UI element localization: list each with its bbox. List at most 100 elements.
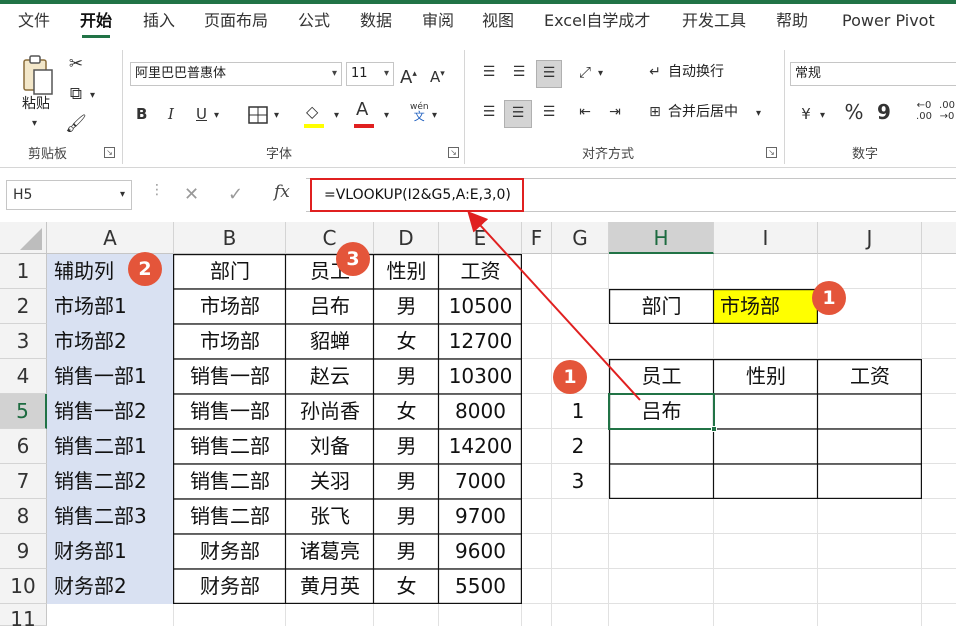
cell-e2[interactable]: 10500: [439, 289, 522, 324]
cell-d2[interactable]: 男: [374, 289, 439, 324]
number-format-combo[interactable]: 常规: [790, 62, 956, 86]
cell-b10[interactable]: 财务部: [174, 569, 286, 604]
cell-d5[interactable]: 女: [374, 394, 439, 429]
cell-c3[interactable]: 貂蝉: [286, 324, 374, 359]
cell-h2[interactable]: 部门: [609, 289, 714, 324]
cell-d6[interactable]: 男: [374, 429, 439, 464]
cell-b6[interactable]: 销售二部: [174, 429, 286, 464]
row-header-11[interactable]: 11: [0, 604, 47, 631]
cell-b8[interactable]: 销售二部: [174, 499, 286, 534]
row-header-1[interactable]: 1: [0, 254, 47, 289]
column-header-h[interactable]: H: [609, 222, 714, 254]
grow-font-icon[interactable]: A▴: [400, 62, 417, 90]
cell-b2[interactable]: 市场部: [174, 289, 286, 324]
cell-e4[interactable]: 10300: [439, 359, 522, 394]
fill-chevron-icon[interactable]: ▾: [334, 104, 339, 128]
cell-e6[interactable]: 14200: [439, 429, 522, 464]
fill-color-icon[interactable]: ◇: [306, 100, 318, 124]
merge-center-button[interactable]: 合并后居中: [668, 100, 738, 124]
cell-d9[interactable]: 男: [374, 534, 439, 569]
name-box[interactable]: H5 ▾: [6, 180, 132, 210]
column-header-i[interactable]: I: [714, 222, 818, 254]
row-header-9[interactable]: 9: [0, 534, 47, 569]
cell-c9[interactable]: 诸葛亮: [286, 534, 374, 569]
percent-button[interactable]: %: [842, 100, 866, 124]
font-color-icon[interactable]: A: [356, 98, 368, 122]
cell-b9[interactable]: 财务部: [174, 534, 286, 569]
cell-a1[interactable]: 辅助列: [54, 254, 114, 289]
cell-a4[interactable]: 销售一部1: [54, 359, 147, 394]
tab-page-layout[interactable]: 页面布局: [204, 6, 268, 36]
cell-c6[interactable]: 刘备: [286, 429, 374, 464]
font-size-combo[interactable]: 11 ▾: [346, 62, 394, 86]
tab-review[interactable]: 审阅: [422, 6, 454, 36]
font-color-chevron-icon[interactable]: ▾: [384, 104, 389, 128]
cell-a2[interactable]: 市场部1: [54, 289, 127, 324]
currency-icon[interactable]: ¥: [794, 102, 818, 126]
cell-i2[interactable]: 市场部: [720, 289, 780, 324]
fill-handle[interactable]: [711, 426, 717, 432]
enter-icon[interactable]: ✓: [228, 184, 243, 205]
tab-excel-self-study[interactable]: Excel自学成才: [544, 6, 650, 36]
column-header-e[interactable]: E: [439, 222, 522, 254]
font-name-combo[interactable]: 阿里巴巴普惠体 ▾: [130, 62, 342, 86]
cell-d3[interactable]: 女: [374, 324, 439, 359]
increase-indent-icon[interactable]: ⇥: [604, 100, 626, 124]
row-header-3[interactable]: 3: [0, 324, 47, 359]
font-launcher-icon[interactable]: ↘: [448, 147, 459, 158]
cell-c8[interactable]: 张飞: [286, 499, 374, 534]
cell-i4[interactable]: 性别: [714, 359, 818, 394]
cell-c7[interactable]: 关羽: [286, 464, 374, 499]
shrink-font-icon[interactable]: A▾: [430, 62, 445, 89]
cancel-icon[interactable]: ✕: [184, 184, 199, 205]
align-right-icon[interactable]: ☰: [538, 100, 560, 124]
cell-c2[interactable]: 吕布: [286, 289, 374, 324]
row-header-4[interactable]: 4: [0, 359, 47, 394]
tab-insert[interactable]: 插入: [143, 6, 175, 36]
cell-j4[interactable]: 工资: [818, 359, 922, 394]
merge-center-icon[interactable]: ⊞: [644, 100, 666, 124]
decrease-indent-icon[interactable]: ⇤: [574, 100, 596, 124]
cell-g5[interactable]: 1: [552, 394, 604, 429]
tab-file[interactable]: 文件: [18, 6, 50, 36]
bold-button[interactable]: B: [136, 102, 147, 126]
tab-view[interactable]: 视图: [482, 6, 514, 36]
insert-function-icon[interactable]: fx: [274, 182, 290, 202]
cell-a6[interactable]: 销售二部1: [54, 429, 147, 464]
cell-h4[interactable]: 员工: [609, 359, 714, 394]
cell-e8[interactable]: 9700: [439, 499, 522, 534]
orientation-chevron-icon[interactable]: ▾: [598, 62, 603, 86]
cell-e9[interactable]: 9600: [439, 534, 522, 569]
copy-icon[interactable]: ⧉: [64, 82, 88, 106]
cell-a10[interactable]: 财务部2: [54, 569, 127, 604]
resize-handle-icon[interactable]: ⋮: [150, 182, 164, 198]
column-header-f[interactable]: F: [522, 222, 552, 254]
tab-power-pivot[interactable]: Power Pivot: [842, 6, 935, 36]
align-top-icon[interactable]: ☰: [478, 60, 500, 84]
align-left-icon[interactable]: ☰: [478, 100, 500, 124]
cell-e10[interactable]: 5500: [439, 569, 522, 604]
cell-a8[interactable]: 销售二部3: [54, 499, 147, 534]
align-middle-icon[interactable]: ☰: [508, 60, 530, 84]
borders-icon[interactable]: [248, 106, 268, 124]
cell-c10[interactable]: 黄月英: [286, 569, 374, 604]
cell-d10[interactable]: 女: [374, 569, 439, 604]
underline-chevron-icon[interactable]: ▾: [214, 104, 219, 128]
merge-chevron-icon[interactable]: ▾: [756, 102, 761, 126]
format-painter-icon[interactable]: 🖌: [64, 112, 88, 136]
select-all-corner[interactable]: [0, 222, 47, 254]
cell-b7[interactable]: 销售二部: [174, 464, 286, 499]
align-bottom-icon[interactable]: ☰: [536, 60, 562, 88]
wrap-text-button[interactable]: 自动换行: [668, 60, 724, 84]
column-header-k[interactable]: [922, 222, 956, 254]
column-header-g[interactable]: G: [552, 222, 609, 254]
cell-a3[interactable]: 市场部2: [54, 324, 127, 359]
row-header-8[interactable]: 8: [0, 499, 47, 534]
cell-a7[interactable]: 销售二部2: [54, 464, 147, 499]
cell-a9[interactable]: 财务部1: [54, 534, 127, 569]
row-header-6[interactable]: 6: [0, 429, 47, 464]
italic-button[interactable]: I: [168, 102, 174, 126]
increase-decimal-icon[interactable]: ←0.00: [912, 100, 936, 122]
tab-formulas[interactable]: 公式: [298, 6, 330, 36]
cell-b4[interactable]: 销售一部: [174, 359, 286, 394]
